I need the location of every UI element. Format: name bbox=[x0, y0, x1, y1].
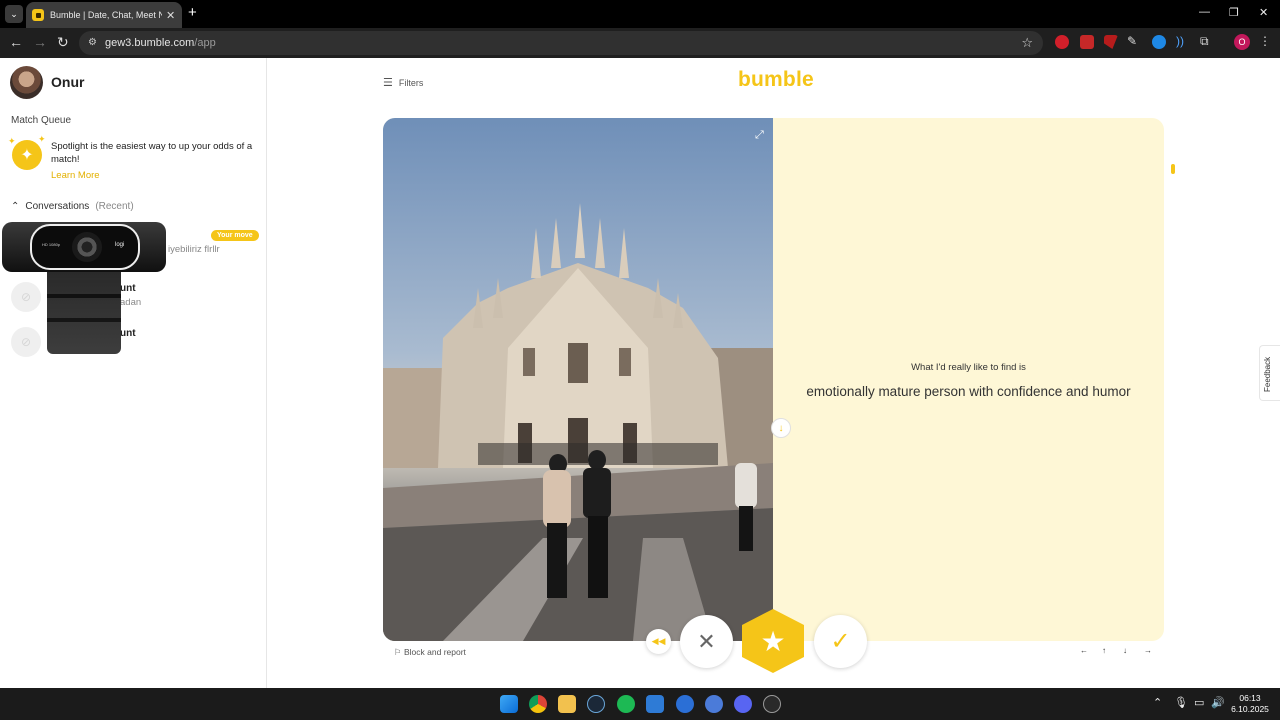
steam-icon[interactable] bbox=[587, 695, 605, 713]
taskbar-clock[interactable]: 06:13 6.10.2025 bbox=[1226, 693, 1274, 715]
forward-arrow-icon[interactable]: → bbox=[33, 34, 47, 50]
back-arrow-icon[interactable]: ← bbox=[9, 34, 23, 50]
filters-label: Filters bbox=[398, 77, 424, 88]
close-tab-icon[interactable]: ✕ bbox=[166, 9, 175, 22]
spotify-icon[interactable] bbox=[617, 695, 635, 713]
new-tab-button[interactable]: + bbox=[188, 5, 197, 21]
keyboard-hint-up: ↑ bbox=[1102, 646, 1106, 655]
eyedropper-extension-icon[interactable]: ✎ bbox=[1127, 34, 1137, 48]
x-icon: ✕ bbox=[697, 628, 716, 654]
filters-button[interactable]: ☰ Filters bbox=[383, 76, 423, 89]
webcam-lens bbox=[72, 232, 102, 262]
chrome-icon[interactable] bbox=[529, 695, 547, 713]
sparkle-icon: ✦ bbox=[38, 134, 46, 144]
file-explorer-icon[interactable] bbox=[558, 695, 576, 713]
spotlight-text: Spotlight is the easiest way to up your … bbox=[51, 141, 253, 165]
flag-icon: ⚐ bbox=[394, 647, 402, 657]
tab-search-button[interactable]: ⌄ bbox=[5, 5, 23, 23]
sliders-icon: ☰ bbox=[383, 77, 393, 89]
feedback-tab[interactable]: Feedback bbox=[1259, 345, 1280, 401]
clock-date: 6.10.2025 bbox=[1231, 704, 1269, 714]
prompt-question: What I'd really like to find is bbox=[911, 362, 1026, 373]
user-name[interactable]: Onur bbox=[51, 74, 84, 90]
tab-title: Bumble | Date, Chat, Meet New bbox=[50, 10, 162, 20]
pass-button[interactable]: ✕ bbox=[680, 615, 733, 668]
backtrack-button[interactable]: ◀◀ bbox=[646, 629, 671, 654]
webcam-overlay: HD 1080p logi bbox=[2, 222, 166, 354]
photos-app-icon[interactable] bbox=[646, 695, 664, 713]
browser-tab-bumble[interactable]: Bumble | Date, Chat, Meet New ✕ bbox=[26, 2, 182, 28]
extension-calendar-icon[interactable] bbox=[1080, 35, 1094, 49]
windows-start-icon[interactable] bbox=[500, 695, 518, 713]
match-queue-title: Match Queue bbox=[11, 115, 72, 126]
your-move-badge: Your move bbox=[211, 230, 259, 241]
chevron-up-icon: ⌃ bbox=[11, 201, 20, 212]
browser-toolbar: ← → ↻ ⚙ gew3.bumble.com/app ☆ ✎ )) ⧉ ⋮ bbox=[0, 28, 1280, 58]
reload-icon[interactable]: ↻ bbox=[57, 34, 69, 50]
restore-window-button[interactable]: ❐ bbox=[1229, 6, 1239, 19]
extension-6-icon[interactable]: )) bbox=[1176, 34, 1184, 48]
show-hidden-icons-icon[interactable]: ⌃ bbox=[1153, 696, 1162, 709]
conversation-message: iyebiliriz flrllr bbox=[168, 244, 220, 255]
bumble-logo: bumble bbox=[738, 68, 814, 91]
url-text: gew3.bumble.com/app bbox=[105, 37, 216, 49]
profile-avatar[interactable]: O bbox=[1234, 34, 1250, 50]
block-report-link[interactable]: ⚐ Block and report bbox=[394, 647, 466, 658]
extension-1-icon[interactable] bbox=[1055, 35, 1069, 49]
browser-tab-bar: ⌄ Bumble | Date, Chat, Meet New ✕ + — ❐ … bbox=[0, 0, 1280, 28]
webcam-brand-label: logi bbox=[115, 242, 125, 248]
conversations-filter[interactable]: (Recent) bbox=[95, 201, 133, 212]
star-icon: ★ bbox=[760, 625, 786, 657]
learn-more-link[interactable]: Learn More bbox=[51, 170, 100, 181]
webcam-hd-label: HD 1080p bbox=[42, 242, 61, 247]
checkmark-icon: ✓ bbox=[830, 628, 851, 655]
extensions-puzzle-icon[interactable]: ⧉ bbox=[1200, 34, 1209, 49]
microphone-icon[interactable]: 🎙 bbox=[1174, 696, 1188, 709]
extension-3-icon[interactable] bbox=[1104, 35, 1118, 49]
app-icon[interactable] bbox=[763, 695, 781, 713]
prompt-answer: emotionally mature person with confidenc… bbox=[806, 384, 1131, 399]
user-avatar[interactable] bbox=[10, 66, 43, 99]
expand-photo-icon[interactable]: ⤢ bbox=[755, 129, 764, 142]
like-button[interactable]: ✓ bbox=[814, 615, 867, 668]
site-info-icon[interactable]: ⚙ bbox=[88, 37, 97, 48]
conversations-title: Conversations bbox=[25, 201, 90, 212]
feedback-label: Feedback bbox=[1263, 356, 1272, 392]
scroll-position-indicator bbox=[1171, 164, 1175, 174]
discord-icon[interactable] bbox=[734, 695, 752, 713]
webcam-stand bbox=[47, 272, 121, 354]
scroll-down-arrow-icon[interactable]: ↓ bbox=[771, 418, 791, 438]
keyboard-hint-left: ← bbox=[1080, 646, 1088, 655]
profile-photo[interactable]: ⤢ bbox=[383, 118, 773, 641]
extension-5-icon[interactable] bbox=[1152, 35, 1166, 49]
sidebar: Onur Match Queue ✦ ✦ ✦ Spotlight is the … bbox=[0, 58, 267, 688]
taskbar: ⌃ 🎙 ▭ 🔊 06:13 6.10.2025 bbox=[0, 688, 1280, 720]
minimize-window-button[interactable]: — bbox=[1199, 6, 1210, 18]
conversations-header[interactable]: ⌃ Conversations (Recent) bbox=[11, 201, 134, 212]
profile-info-panel: What I'd really like to find is emotiona… bbox=[773, 118, 1164, 641]
bookmark-star-icon[interactable]: ☆ bbox=[1021, 35, 1033, 51]
close-window-button[interactable]: ✕ bbox=[1259, 6, 1268, 19]
address-bar[interactable]: ⚙ gew3.bumble.com/app ☆ bbox=[79, 31, 1043, 55]
clock-time: 06:13 bbox=[1239, 693, 1261, 703]
volume-icon[interactable]: 🔊 bbox=[1211, 696, 1225, 709]
browser-menu-icon[interactable]: ⋮ bbox=[1259, 34, 1271, 48]
app-icon[interactable] bbox=[676, 695, 694, 713]
network-icon[interactable]: ▭ bbox=[1194, 696, 1204, 709]
cathedral-photo-illustration bbox=[383, 203, 773, 641]
settings-app-icon[interactable] bbox=[705, 695, 723, 713]
keyboard-hint-right: → bbox=[1144, 646, 1152, 655]
rewind-icon: ◀◀ bbox=[651, 636, 666, 646]
keyboard-hint-down: ↓ bbox=[1123, 646, 1127, 655]
sparkle-icon: ✦ bbox=[8, 136, 16, 146]
block-report-label: Block and report bbox=[404, 647, 466, 657]
bumble-favicon-icon bbox=[32, 9, 44, 21]
profile-card: ⤢ What I'd really like to find is emotio… bbox=[383, 118, 1164, 641]
